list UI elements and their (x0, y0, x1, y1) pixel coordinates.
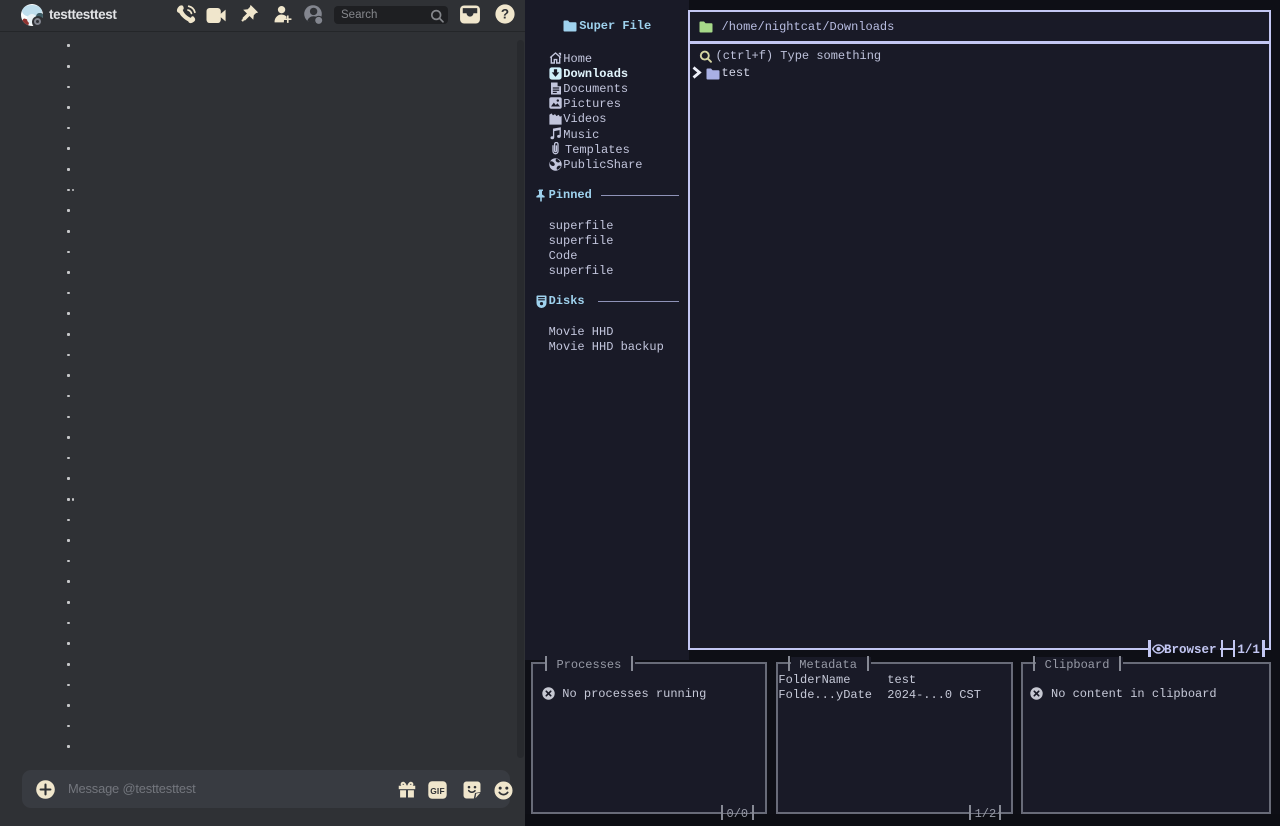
svg-text:GIF: GIF (430, 785, 445, 795)
svg-text:?: ? (500, 7, 508, 22)
